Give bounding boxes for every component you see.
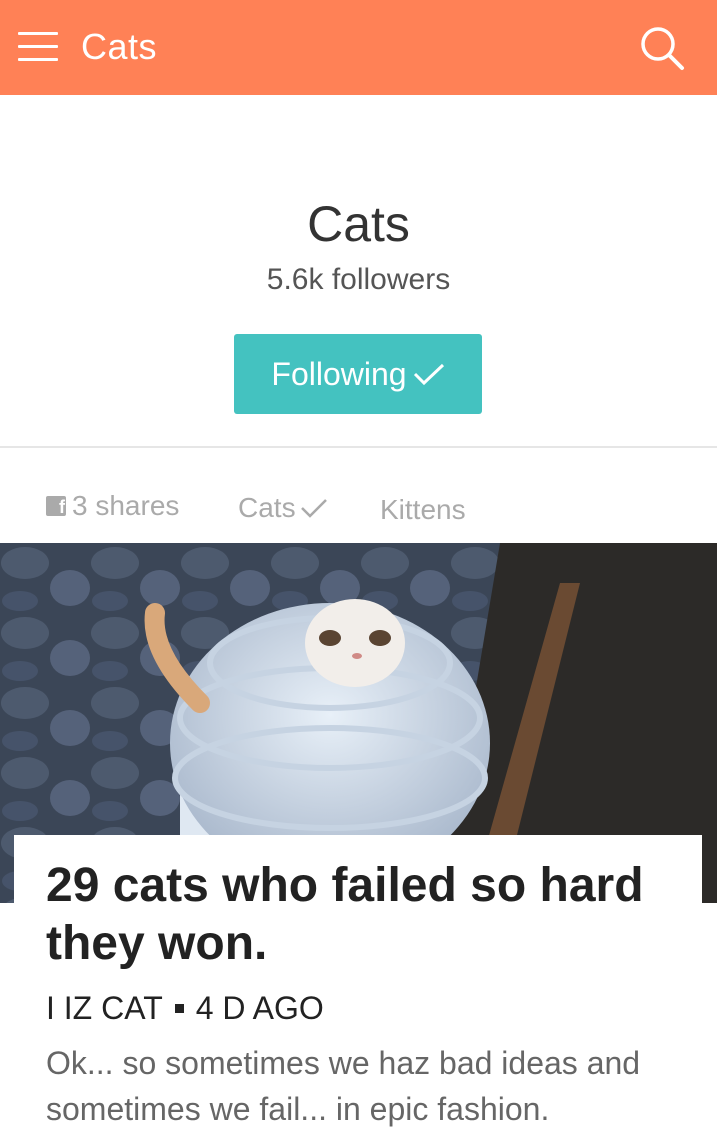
facebook-icon: f [46,496,66,516]
following-button-label: Following [271,355,407,392]
article-excerpt: Ok... so sometimes we haz bad ideas and … [46,1045,641,1127]
shares-link[interactable]: f 3 shares [46,490,179,522]
hamburger-menu-icon[interactable] [18,32,58,62]
tag-kittens[interactable]: Kittens [380,494,466,526]
topic-title: Cats [307,196,410,252]
top-app-bar: Cats [0,0,717,95]
separator-dot [174,1004,184,1013]
following-button[interactable]: Following [234,334,482,414]
checkmark-icon [413,363,444,386]
shares-count: 3 shares [72,490,180,521]
search-icon[interactable] [638,24,686,72]
tag-cats[interactable]: Cats [238,492,328,524]
article-byline: I IZ CAT 4 D AGO [46,990,324,1027]
tag-label: Cats [238,492,296,523]
article-card: 29 cats who failed so hard they won. I I… [14,835,702,1129]
checkmark-icon [300,499,327,518]
app-title: Cats [81,26,158,67]
article-author: I IZ CAT [46,990,163,1026]
article-age: 4 D AGO [195,990,324,1026]
article-title[interactable]: 29 cats who failed so hard they won. [46,857,686,973]
followers-count: 5.6k followers [266,263,451,296]
article-meta-row: f 3 shares Cats Kittens [0,490,717,530]
section-divider [0,446,717,448]
